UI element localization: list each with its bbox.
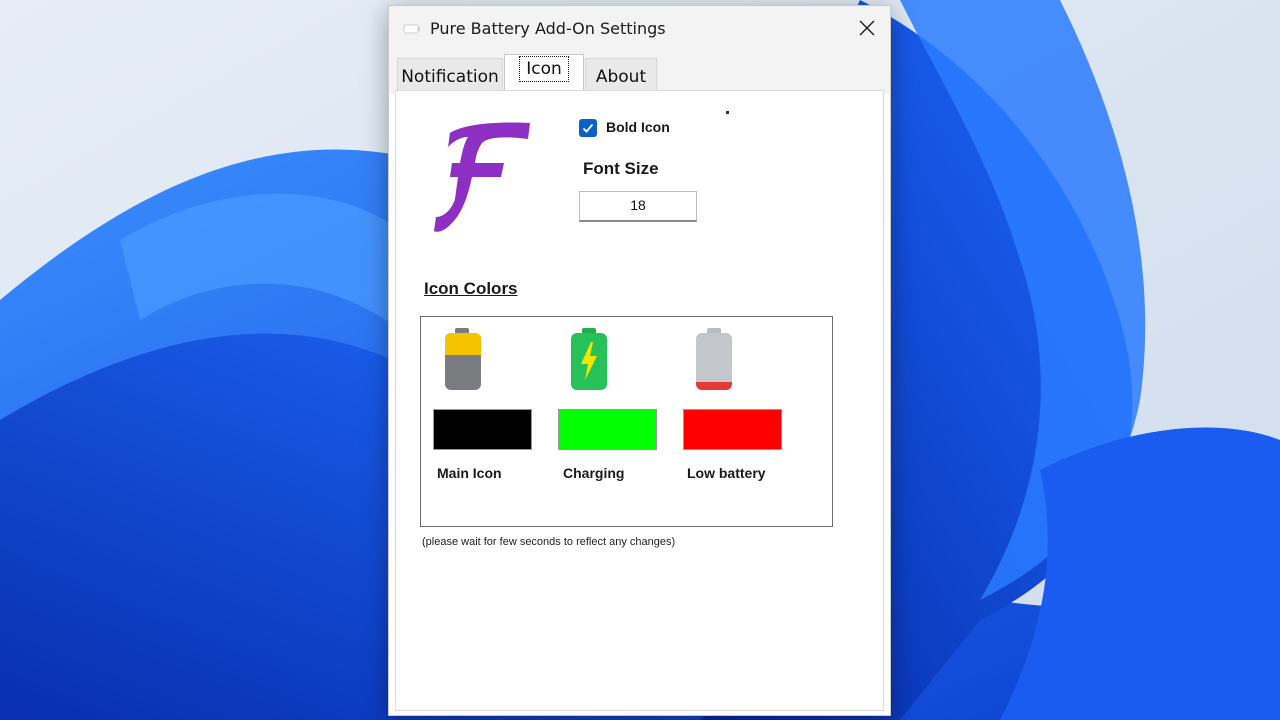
icon-colors-group: Main Icon Charging Low battery: [420, 316, 833, 527]
title-bar[interactable]: Pure Battery Add-On Settings: [389, 6, 890, 50]
settings-window: Pure Battery Add-On Settings Notificatio…: [388, 5, 891, 716]
tab-notification[interactable]: Notification: [397, 58, 503, 94]
main-icon-color-swatch[interactable]: [433, 409, 532, 450]
checkmark-icon: [582, 123, 594, 133]
purple-f-letter-icon: [434, 122, 530, 232]
battery-charging-green-icon: [571, 328, 607, 390]
tab-notification-label: Notification: [401, 67, 499, 87]
battery-app-icon: [403, 24, 420, 34]
icon-colors-heading: Icon Colors: [424, 279, 518, 298]
tab-about-label: About: [595, 67, 647, 87]
checkbox-checked[interactable]: [579, 119, 597, 137]
close-icon: [859, 20, 875, 36]
low-battery-color-swatch[interactable]: [683, 409, 782, 450]
low-battery-label: Low battery: [687, 465, 766, 481]
battery-low-red-icon: [696, 328, 732, 390]
charging-color-swatch[interactable]: [558, 409, 657, 450]
battery-half-yellow-icon: [445, 328, 481, 390]
window-title: Pure Battery Add-On Settings: [430, 19, 666, 38]
bold-icon-label: Bold Icon: [606, 119, 670, 135]
charging-label: Charging: [563, 465, 625, 481]
tab-about[interactable]: About: [585, 58, 657, 94]
tab-icon[interactable]: Icon: [504, 54, 584, 94]
stray-dot: [726, 111, 729, 114]
main-icon-label: Main Icon: [437, 465, 502, 481]
tab-icon-label: Icon: [519, 56, 569, 82]
font-size-label: Font Size: [583, 159, 659, 178]
hint-text: (please wait for few seconds to reflect …: [422, 536, 676, 548]
tab-strip: Notification Icon About: [389, 50, 890, 94]
icon-tab-panel: Bold Icon Font Size 18 Icon Colors Main …: [395, 90, 884, 711]
font-size-input[interactable]: 18: [579, 191, 697, 222]
close-button[interactable]: [844, 6, 890, 50]
